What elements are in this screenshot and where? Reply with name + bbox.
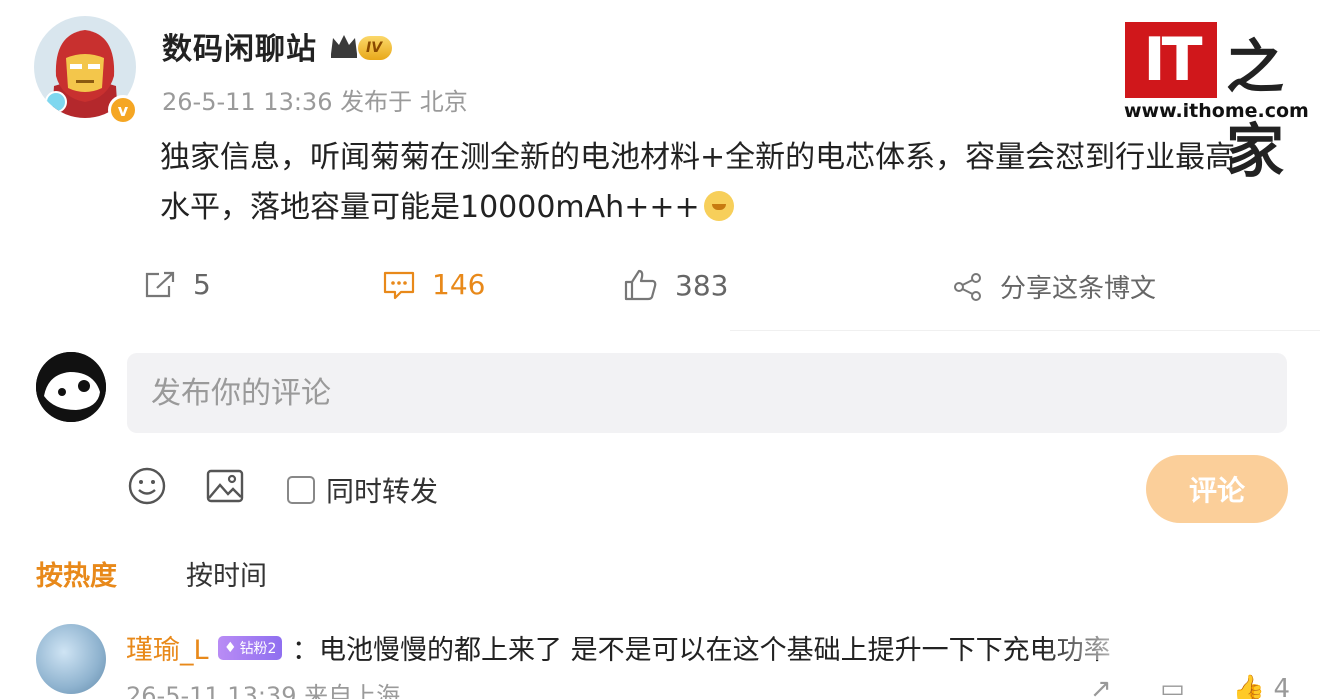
comment-count: 146 [432,268,486,301]
share-button[interactable]: 分享这条博文 [952,268,1156,305]
repost-button[interactable]: 5 [143,268,211,301]
emoji-icon[interactable] [127,466,167,506]
submit-comment-button[interactable]: 评论 [1146,455,1288,523]
comment-input[interactable] [127,353,1287,433]
fan-badge-label: 钻粉2 [239,641,277,657]
comment-actions: ↗ ▭ 👍 4 [1090,674,1290,699]
laughing-emoji-icon [703,191,734,221]
commenter-name[interactable]: 瑾瑜_L [126,628,209,667]
post-text-2: 水平，落地容量可能是10000mAh+++ [160,190,700,225]
divider [730,330,1320,331]
comment-icon [383,271,415,299]
comment-date: 26-5-11 13:39 [126,682,297,699]
comment-reply-icon[interactable]: ▭ [1160,674,1185,699]
comment-text: ：电池慢慢的都上来了 是不是可以在这个基础上提升一下下充电功率 [292,635,1111,666]
comment-like-icon[interactable]: 👍 [1233,674,1265,699]
like-count: 383 [675,268,729,302]
share-label: 分享这条博文 [1000,274,1157,304]
fan-badge: ♦ 钻粉2 [218,636,283,660]
tab-sort-time[interactable]: 按时间 [186,554,267,593]
comment-like-count: 4 [1273,674,1291,699]
repost-count: 5 [193,268,211,301]
comment-button[interactable]: 146 [382,268,485,301]
post-content-line: 水平，落地容量可能是10000mAh+++ [160,183,1295,233]
like-button[interactable]: 383 [623,268,728,302]
ithome-url: www.ithome.com [1124,100,1309,122]
crown-icon [331,35,357,58]
author-name[interactable]: 数码闲聊站 [162,24,317,68]
diamond-icon: ♦ [224,640,237,656]
commenter-avatar[interactable] [36,624,106,694]
post-text-1: 独家信息，听闻菊菊在测全新的电池材料+全新的电芯体系，容量会怼到行业最高 [160,140,1236,175]
ithome-logo-it: IT [1125,22,1217,98]
post-location: 发布于 北京 [340,88,468,116]
post-content-line: 独家信息，听闻菊菊在测全新的电池材料+全新的电芯体系，容量会怼到行业最高 [160,133,1295,183]
also-repost-checkbox[interactable] [287,476,315,504]
post-content: 独家信息，听闻菊菊在测全新的电池材料+全新的电芯体系，容量会怼到行业最高 水平，… [160,133,1295,233]
share-icon [954,272,981,301]
level-badge: IV [358,36,393,60]
repost-icon [145,271,175,297]
post-date[interactable]: 26-5-11 13:36 [162,88,332,116]
panda-avatar-icon [36,352,106,422]
verified-badge-icon: v [108,95,138,125]
also-repost-label[interactable]: 同时转发 [326,470,438,510]
comment-location: 来自上海 [304,682,401,699]
my-avatar[interactable] [36,352,106,422]
thumbs-up-icon [624,269,657,301]
post-meta: 26-5-11 13:36 发布于 北京 [162,82,468,117]
comment-meta: 26-5-11 13:39 来自上海 [126,676,400,699]
image-icon[interactable] [205,466,245,506]
comment-repost-icon[interactable]: ↗ [1090,674,1112,699]
tab-sort-hot[interactable]: 按热度 [36,554,117,593]
comment-fade-overlay [1040,620,1320,660]
ithome-watermark: IT 之家 www.ithome.com [1122,14,1309,185]
